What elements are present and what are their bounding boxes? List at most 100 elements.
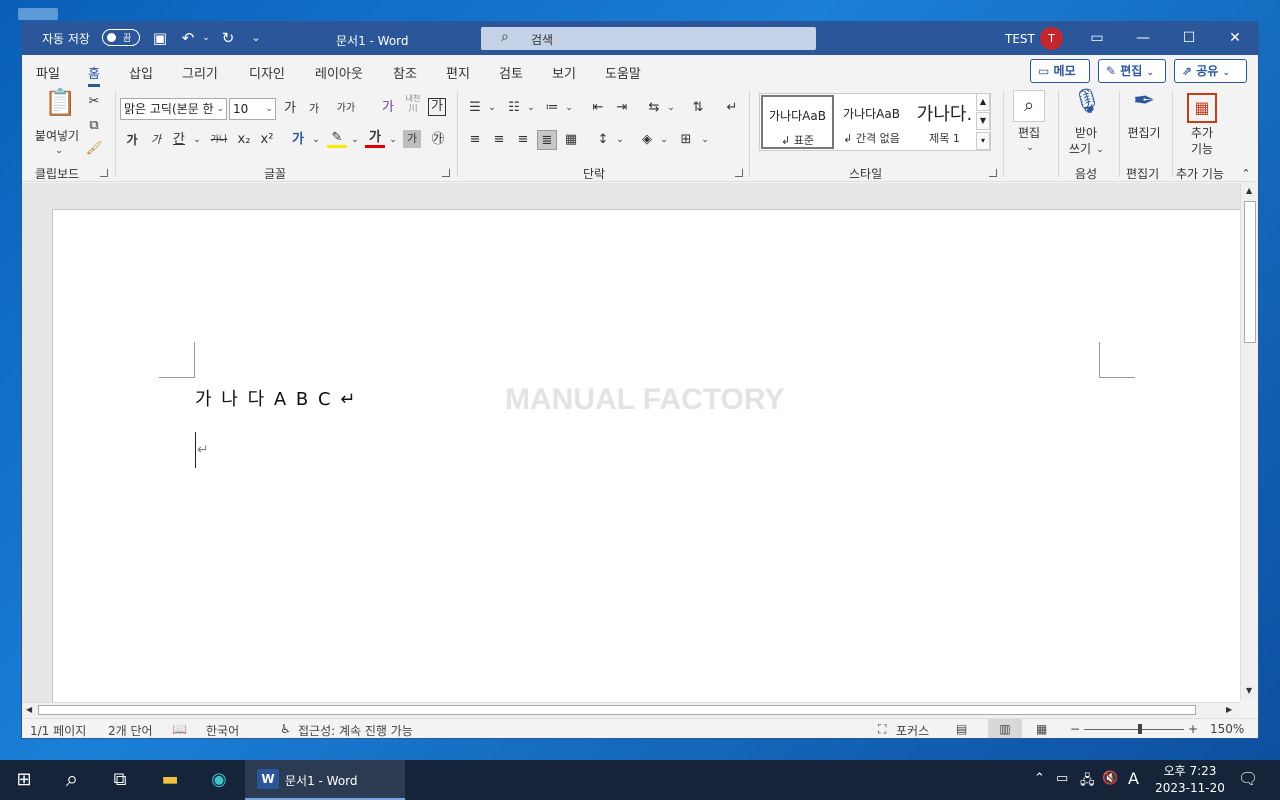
styles-scroll-up-icon[interactable]: ▲ [976, 93, 990, 111]
align-center-icon[interactable]: ≡ [489, 130, 509, 150]
subscript-icon[interactable]: x₂ [234, 130, 254, 150]
search-box[interactable]: ⌕ 검색 [481, 27, 816, 50]
addins-icon[interactable]: ▦ [1187, 93, 1217, 123]
chevron-down-icon[interactable]: ⌄ [661, 98, 681, 118]
desktop-icon[interactable] [18, 8, 58, 20]
align-right-icon[interactable]: ≡ [513, 130, 533, 150]
font-size-combo[interactable]: 10 ⌄ [229, 98, 276, 120]
system-clock[interactable]: 오후 7:23 2023-11-20 [1150, 763, 1230, 797]
horizontal-scroll-thumb[interactable] [38, 705, 1196, 715]
document-page[interactable]: 가 나 다 A B C ↵ MANUAL FACTORY ↵ [52, 209, 1240, 702]
tab-view[interactable]: 보기 [552, 63, 576, 82]
undo-dropdown-icon[interactable]: ⌄ [196, 28, 216, 48]
page-count[interactable]: 1/1 페이지 [30, 722, 86, 738]
tab-mailings[interactable]: 편지 [446, 63, 470, 82]
sort-icon[interactable]: ⇅ [688, 98, 708, 118]
tab-references[interactable]: 참조 [393, 63, 417, 82]
ime-indicator[interactable]: A [1128, 769, 1139, 788]
change-case-icon[interactable]: 가가 [332, 99, 360, 119]
share-button[interactable]: ⇗ 공유 ⌄ [1174, 59, 1247, 83]
undo-icon[interactable]: ↶ [178, 28, 198, 48]
justify-icon[interactable]: ≣ [537, 130, 557, 150]
tab-help[interactable]: 도움말 [605, 63, 641, 82]
minimize-icon[interactable]: — [1120, 22, 1166, 55]
addins-label-2[interactable]: 기능 [1182, 140, 1222, 157]
word-count[interactable]: 2개 단어 [108, 722, 153, 738]
paragraph-mark[interactable]: ↵ [197, 442, 209, 458]
autosave-toggle[interactable]: 끔 [102, 29, 140, 46]
file-explorer-icon[interactable]: ▬ [156, 768, 184, 792]
font-name-combo[interactable]: 맑은 고딕(본문 한 ⌄ [120, 98, 227, 120]
tab-insert[interactable]: 삽입 [129, 63, 153, 82]
chevron-down-icon[interactable]: ⌄ [695, 130, 715, 150]
strikethrough-icon[interactable]: 가나 [206, 130, 232, 150]
save-icon[interactable]: ▣ [150, 28, 170, 48]
italic-icon[interactable]: 가 [146, 130, 166, 150]
collapse-ribbon-icon[interactable]: ⌃ [1236, 167, 1256, 181]
editing-mode-button[interactable]: ✎ 편집 ⌄ [1098, 59, 1166, 83]
scroll-left-icon[interactable]: ◀ [26, 705, 32, 714]
bold-icon[interactable]: 가 [122, 130, 142, 150]
format-painter-icon[interactable]: 🖌 [84, 139, 104, 159]
cut-icon[interactable]: ✂ [84, 92, 104, 112]
edge-icon[interactable]: ◉ [205, 768, 233, 792]
grow-font-icon[interactable]: 가 [280, 99, 300, 119]
zoom-slider-thumb[interactable] [1138, 724, 1142, 734]
comments-button[interactable]: ▭ 메모 [1030, 59, 1090, 83]
tray-overflow-icon[interactable]: ⌃ [1034, 771, 1045, 786]
chevron-down-icon[interactable]: ⌄ [521, 98, 541, 118]
decrease-indent-icon[interactable]: ⇤ [588, 98, 608, 118]
close-icon[interactable]: ✕ [1212, 22, 1258, 55]
focus-icon[interactable]: ⛶ [878, 722, 886, 737]
font-launcher-icon[interactable] [442, 169, 450, 177]
chevron-down-icon[interactable]: ⌄ [1090, 140, 1110, 160]
chevron-down-icon[interactable]: ⌄ [559, 98, 579, 118]
underline-dropdown-icon[interactable]: ⌄ [187, 130, 207, 150]
search-icon[interactable]: ⌕ [58, 768, 86, 792]
network-icon[interactable]: 🖧 [1080, 771, 1095, 793]
document-text-line[interactable]: 가 나 다 A B C ↵ [195, 385, 357, 411]
paragraph-launcher-icon[interactable] [735, 169, 743, 177]
copy-icon[interactable]: ⧉ [84, 116, 104, 136]
chevron-down-icon[interactable]: ⌄ [383, 130, 403, 150]
paste-icon[interactable]: 📋 [44, 90, 76, 127]
styles-scroll-down-icon[interactable]: ▼ [976, 112, 990, 130]
scroll-down-icon[interactable]: ▼ [1246, 686, 1252, 695]
align-left-icon[interactable]: ≡ [465, 130, 485, 150]
windows-start-icon[interactable]: ⊞ [10, 768, 38, 792]
show-marks-icon[interactable]: ↵ [722, 98, 742, 118]
chevron-down-icon[interactable]: ⌄ [610, 130, 630, 150]
volume-muted-icon[interactable]: 🔇 [1102, 771, 1118, 786]
read-mode-icon[interactable]: ▤ [956, 722, 967, 736]
highlight-icon[interactable]: ✎ [327, 128, 347, 148]
clipboard-launcher-icon[interactable] [100, 169, 108, 177]
tab-home[interactable]: 홈 [88, 63, 100, 87]
tab-draw[interactable]: 그리기 [182, 63, 218, 82]
enclosed-character-icon[interactable]: ㉮ [428, 130, 448, 150]
horizontal-scrollbar[interactable]: ◀ ▶ [22, 702, 1240, 717]
text-effects-icon[interactable]: 가 [288, 130, 308, 150]
zoom-level[interactable]: 150% [1210, 722, 1244, 736]
focus-label[interactable]: 포커스 [896, 722, 929, 738]
chevron-down-icon[interactable]: ⌄ [345, 130, 365, 150]
tab-file[interactable]: 파일 [36, 63, 60, 82]
editor-icon[interactable]: ✒ [1128, 88, 1160, 123]
scroll-right-icon[interactable]: ▶ [1226, 705, 1232, 714]
microphone-icon[interactable]: 🎙 [1072, 89, 1102, 123]
addins-label-1[interactable]: 추가 [1182, 124, 1222, 141]
vertical-scroll-thumb[interactable] [1244, 201, 1256, 343]
increase-indent-icon[interactable]: ⇥ [612, 98, 632, 118]
proofing-icon[interactable]: 📖 [172, 722, 187, 736]
print-layout-icon[interactable]: ▥ [988, 719, 1022, 738]
customize-qat-icon[interactable]: ⌄ [246, 28, 266, 48]
avatar[interactable]: T [1040, 27, 1063, 50]
style-heading1[interactable]: 가나다. 제목 1 [908, 95, 981, 149]
chevron-down-icon[interactable]: ⌄ [654, 130, 674, 150]
battery-icon[interactable]: ▭ [1056, 771, 1068, 786]
chevron-down-icon[interactable]: ⌄ [306, 130, 326, 150]
accessibility-status[interactable]: 접근성: 계속 진행 가능 [298, 722, 413, 738]
taskbar-word-button[interactable]: W 문서1 - Word [245, 760, 405, 800]
tab-review[interactable]: 검토 [499, 63, 523, 82]
tab-design[interactable]: 디자인 [249, 63, 285, 82]
superscript-icon[interactable]: x² [257, 130, 277, 150]
